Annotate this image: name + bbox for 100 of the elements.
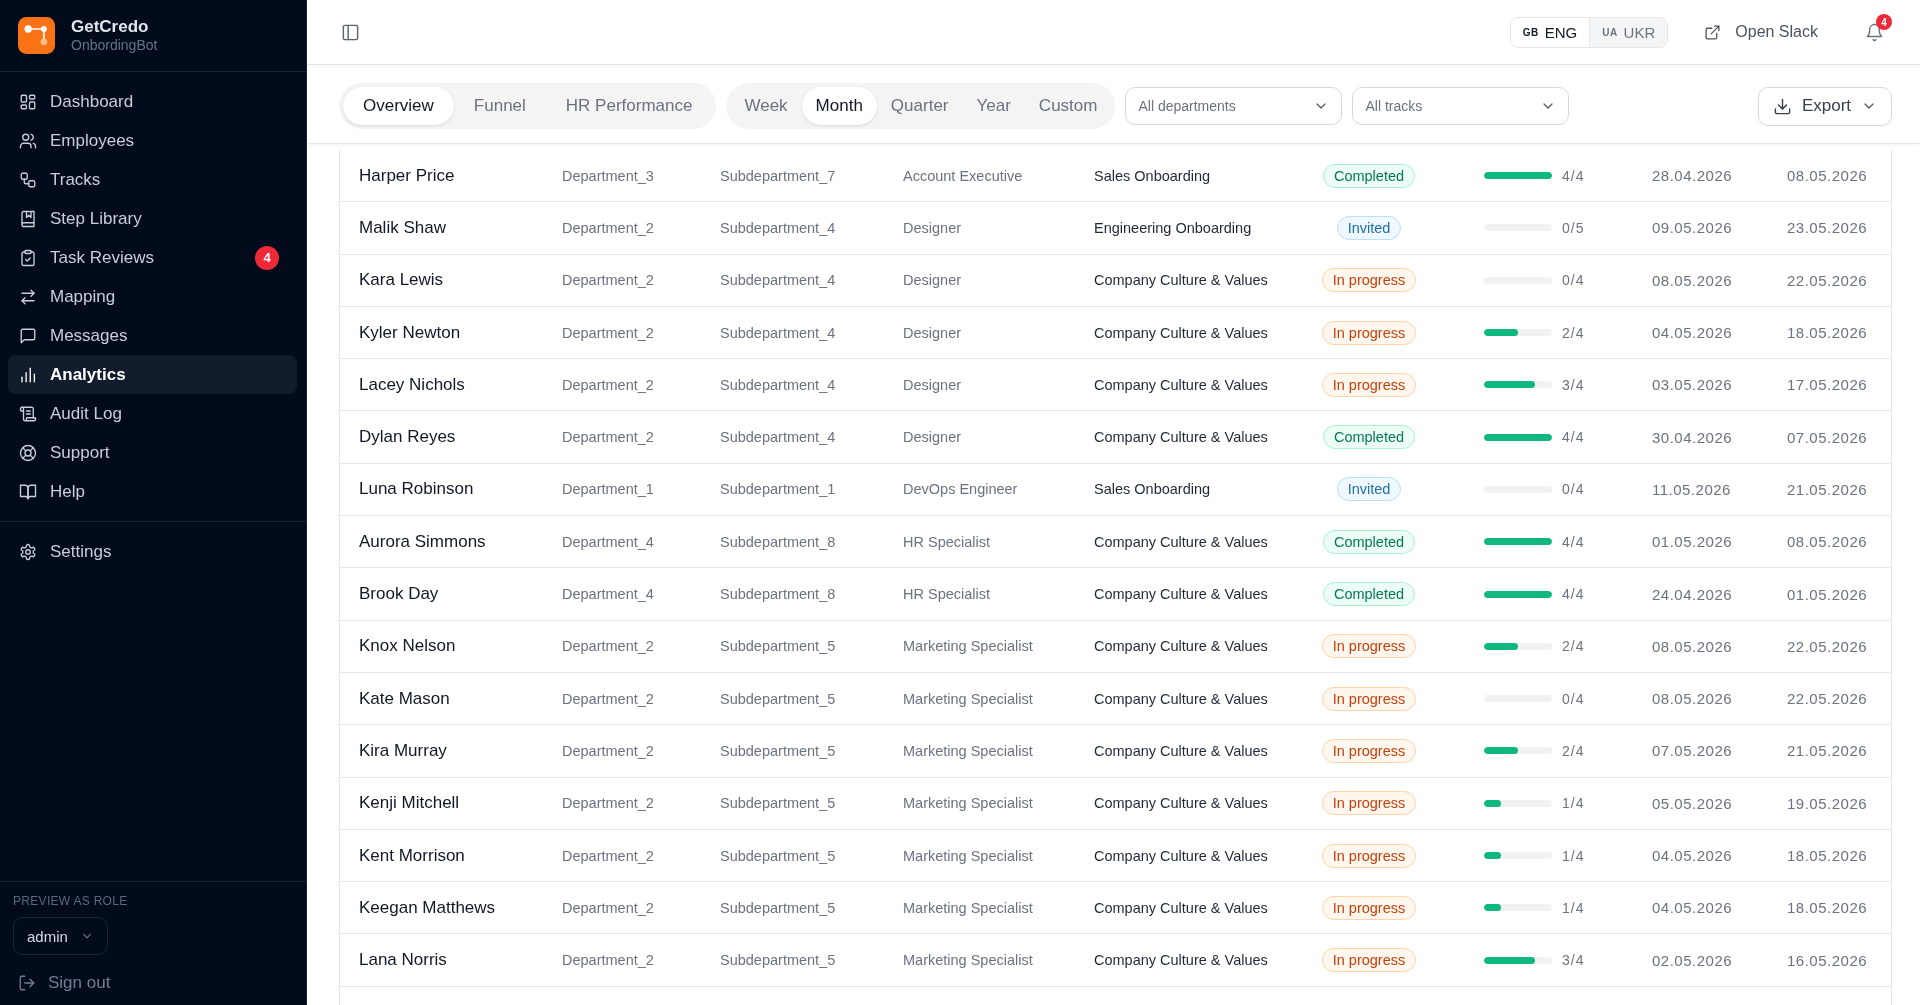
- status-badge: In progress: [1321, 948, 1417, 973]
- table-cell-text: 05.05.2026: [1652, 794, 1734, 812]
- table-cell-text: Company Culture & Values: [1094, 690, 1269, 707]
- table-cell-text: Department_2: [562, 795, 655, 812]
- employee-name: Kent Morrison: [359, 845, 466, 866]
- nav-item[interactable]: Task Reviews 4: [8, 238, 297, 277]
- nav-item[interactable]: Settings: [8, 532, 297, 571]
- panel-icon: [341, 22, 360, 42]
- swap-arrows-icon: [19, 287, 37, 306]
- settings-icon: [19, 542, 37, 561]
- table-cell-text: 23.05.2026: [1787, 219, 1869, 237]
- table-cell-text: Marketing Specialist: [903, 795, 1034, 812]
- brand-subtitle: OnbordingBot: [71, 37, 158, 55]
- table-cell-text: Subdepartment_4: [720, 376, 837, 393]
- bar-chart-icon: [19, 365, 37, 384]
- table-cell-text: Company Culture & Values: [1094, 952, 1269, 969]
- status-badge: Completed: [1322, 163, 1416, 188]
- table-cell-text: 30.04.2026: [1652, 428, 1734, 446]
- table-cell-text: 21.05.2026: [1787, 480, 1869, 498]
- progress-count: 3/4: [1562, 376, 1585, 393]
- table-cell-text: HR Specialist: [903, 586, 992, 602]
- tab[interactable]: Custom: [1024, 87, 1112, 125]
- table-cell-text: Designer: [903, 429, 963, 446]
- nav-item[interactable]: Mapping: [8, 277, 297, 316]
- table-cell-text: 22.05.2026: [1787, 637, 1869, 655]
- filter-dropdown[interactable]: All departments: [1125, 87, 1343, 125]
- table-cell-text: Subdepartment_8: [720, 586, 837, 602]
- tab[interactable]: Month: [801, 87, 877, 125]
- table-cell-text: 04.05.2026: [1652, 324, 1734, 342]
- progress-count: 4/4: [1562, 586, 1585, 602]
- table-cell-text: 04.05.2026: [1652, 899, 1734, 917]
- table-cell-text: Subdepartment_1: [720, 481, 837, 498]
- nav-item[interactable]: Messages: [8, 316, 297, 355]
- employee-name: Keegan Matthews: [359, 897, 497, 918]
- status-badge: Invited: [1336, 215, 1402, 240]
- role-dropdown[interactable]: admin: [13, 917, 108, 955]
- tab[interactable]: Funnel: [453, 87, 546, 125]
- table-cell-text: DevOps Engineer: [903, 481, 1019, 498]
- sign-out-link[interactable]: Sign out: [13, 969, 116, 997]
- grid-icon: [19, 92, 37, 111]
- tab[interactable]: Overview: [343, 87, 454, 125]
- status-badge: In progress: [1321, 686, 1417, 711]
- table-cell-text: Company Culture & Values: [1094, 638, 1269, 655]
- progress-count: 4/4: [1562, 429, 1585, 446]
- tab[interactable]: Quarter: [876, 87, 963, 125]
- open-slack-link[interactable]: Open Slack: [1704, 23, 1818, 41]
- table-cell-text: Company Culture & Values: [1094, 324, 1269, 341]
- table-cell-text: Marketing Specialist: [903, 952, 1034, 969]
- nav-item[interactable]: Employees: [8, 121, 297, 160]
- progress-count: 1/4: [1562, 795, 1585, 812]
- download-icon: [1772, 96, 1792, 116]
- employee-name: Lana Norris: [359, 950, 448, 971]
- filter-dropdown[interactable]: All tracks: [1352, 87, 1570, 125]
- tab[interactable]: HR Performance: [545, 87, 713, 125]
- scroll-icon: [19, 404, 37, 423]
- nav-item[interactable]: Dashboard: [8, 82, 297, 121]
- status-badge: Invited: [1336, 477, 1402, 502]
- employee-name: Kira Murray: [359, 740, 448, 761]
- nav-item[interactable]: Support: [8, 433, 297, 472]
- status-badge: Completed: [1322, 529, 1416, 554]
- employee-name: Kyler Newton: [359, 322, 462, 343]
- table-cell-text: 03.05.2026: [1652, 376, 1734, 394]
- table-cell-text: 17.05.2026: [1787, 376, 1869, 394]
- status-badge: In progress: [1321, 268, 1417, 293]
- export-button[interactable]: Export: [1758, 86, 1892, 126]
- logout-icon: [18, 974, 36, 992]
- nav-item[interactable]: Help: [8, 472, 297, 511]
- logo-icon: [18, 17, 55, 54]
- tab[interactable]: Year: [962, 87, 1025, 125]
- table-cell-text: 28.04.2026: [1652, 167, 1734, 185]
- table-cell-text: 18.05.2026: [1787, 324, 1869, 342]
- table-cell-text: Marketing Specialist: [903, 899, 1034, 916]
- employee-name: Kara Lewis: [359, 270, 445, 291]
- progress-count: 1/4: [1562, 899, 1585, 916]
- chat-bubble-icon: [19, 326, 37, 345]
- table-cell-text: Department_2: [562, 742, 655, 759]
- employee-name: Harper Price: [359, 165, 456, 186]
- nav-item[interactable]: Step Library: [8, 199, 297, 238]
- notifications-button[interactable]: 4: [1856, 14, 1892, 50]
- table-cell-text: Company Culture & Values: [1094, 847, 1269, 864]
- table-cell-text: Sales Onboarding: [1094, 167, 1212, 184]
- linked-squares-icon: [19, 170, 37, 189]
- nav-item[interactable]: Analytics: [8, 355, 297, 394]
- employee-name: Lacey Nichols: [359, 374, 466, 395]
- table-cell-text: Designer: [903, 219, 963, 236]
- language-option[interactable]: UA UKR: [1589, 17, 1668, 47]
- tab[interactable]: Week: [730, 87, 802, 125]
- table-cell-text: Sales Onboarding: [1094, 481, 1212, 498]
- table-cell-text: Company Culture & Values: [1094, 429, 1269, 446]
- table-cell-text: Subdepartment_5: [720, 952, 837, 969]
- status-badge: In progress: [1321, 634, 1417, 659]
- nav-item[interactable]: Tracks: [8, 160, 297, 199]
- nav-item[interactable]: Audit Log: [8, 394, 297, 433]
- count-badge: 4: [255, 245, 279, 270]
- clipboard-check-icon: [19, 248, 37, 267]
- table-cell-text: 07.05.2026: [1652, 742, 1734, 760]
- status-badge: In progress: [1321, 791, 1417, 816]
- progress-count: 4/4: [1562, 533, 1585, 550]
- table-cell-text: Department_2: [562, 899, 655, 916]
- employee-name: Knox Nelson: [359, 636, 457, 657]
